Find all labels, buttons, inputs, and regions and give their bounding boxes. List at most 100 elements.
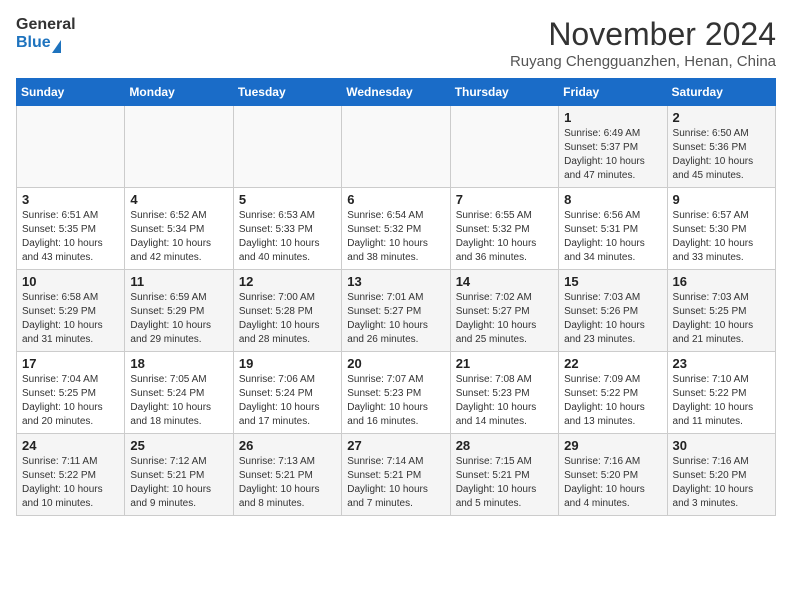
day-info: Sunrise: 7:01 AM Sunset: 5:27 PM Dayligh… xyxy=(347,291,444,347)
day-info: Sunrise: 6:53 AM Sunset: 5:33 PM Dayligh… xyxy=(239,209,336,265)
day-number: 12 xyxy=(239,274,336,289)
day-info: Sunrise: 7:09 AM Sunset: 5:22 PM Dayligh… xyxy=(564,373,661,429)
day-info: Sunrise: 7:10 AM Sunset: 5:22 PM Dayligh… xyxy=(673,373,770,429)
day-info: Sunrise: 7:07 AM Sunset: 5:23 PM Dayligh… xyxy=(347,373,444,429)
header-day-monday: Monday xyxy=(125,79,233,106)
calendar-cell xyxy=(233,106,341,188)
day-number: 30 xyxy=(673,438,770,453)
calendar-cell: 29 Sunrise: 7:16 AM Sunset: 5:20 PM Dayli… xyxy=(559,434,667,516)
week-row-2: 3 Sunrise: 6:51 AM Sunset: 5:35 PM Daylig… xyxy=(17,188,776,270)
day-number: 27 xyxy=(347,438,444,453)
day-number: 29 xyxy=(564,438,661,453)
day-info: Sunrise: 6:55 AM Sunset: 5:32 PM Dayligh… xyxy=(456,209,553,265)
calendar-cell: 4 Sunrise: 6:52 AM Sunset: 5:34 PM Daylig… xyxy=(125,188,233,270)
day-number: 11 xyxy=(130,274,227,289)
day-info: Sunrise: 7:16 AM Sunset: 5:20 PM Dayligh… xyxy=(673,455,770,511)
calendar-cell: 1Sunrise: 6:49 AM Sunset: 5:37 PM Daylig… xyxy=(559,106,667,188)
day-number: 10 xyxy=(22,274,119,289)
calendar-cell: 25 Sunrise: 7:12 AM Sunset: 5:21 PM Dayli… xyxy=(125,434,233,516)
day-number: 3 xyxy=(22,192,119,207)
calendar-cell: 20Sunrise: 7:07 AM Sunset: 5:23 PM Dayli… xyxy=(342,352,450,434)
day-number: 18 xyxy=(130,356,227,371)
day-info: Sunrise: 7:15 AM Sunset: 5:21 PM Dayligh… xyxy=(456,455,553,511)
logo-triangle-icon xyxy=(52,40,61,53)
calendar-cell: 13 Sunrise: 7:01 AM Sunset: 5:27 PM Dayli… xyxy=(342,270,450,352)
calendar-cell: 11 Sunrise: 6:59 AM Sunset: 5:29 PM Dayli… xyxy=(125,270,233,352)
calendar-cell: 16 Sunrise: 7:03 AM Sunset: 5:25 PM Dayli… xyxy=(667,270,775,352)
calendar-cell: 15Sunrise: 7:03 AM Sunset: 5:26 PM Dayli… xyxy=(559,270,667,352)
day-number: 22 xyxy=(564,356,661,371)
day-number: 2 xyxy=(673,110,770,125)
header-day-friday: Friday xyxy=(559,79,667,106)
calendar-cell: 3 Sunrise: 6:51 AM Sunset: 5:35 PM Daylig… xyxy=(17,188,125,270)
logo-name: General Blue xyxy=(16,16,76,53)
day-info: Sunrise: 6:59 AM Sunset: 5:29 PM Dayligh… xyxy=(130,291,227,347)
header-day-sunday: Sunday xyxy=(17,79,125,106)
day-info: Sunrise: 7:02 AM Sunset: 5:27 PM Dayligh… xyxy=(456,291,553,347)
week-row-5: 24Sunrise: 7:11 AM Sunset: 5:22 PM Dayli… xyxy=(17,434,776,516)
calendar-cell: 22 Sunrise: 7:09 AM Sunset: 5:22 PM Dayli… xyxy=(559,352,667,434)
day-info: Sunrise: 7:12 AM Sunset: 5:21 PM Dayligh… xyxy=(130,455,227,511)
calendar-cell: 9 Sunrise: 6:57 AM Sunset: 5:30 PM Daylig… xyxy=(667,188,775,270)
page-header: General Blue November 2024 Ruyang Chengg… xyxy=(16,16,776,70)
calendar-cell: 6 Sunrise: 6:54 AM Sunset: 5:32 PM Daylig… xyxy=(342,188,450,270)
calendar-cell: 14Sunrise: 7:02 AM Sunset: 5:27 PM Dayli… xyxy=(450,270,558,352)
day-info: Sunrise: 6:58 AM Sunset: 5:29 PM Dayligh… xyxy=(22,291,119,347)
day-info: Sunrise: 7:04 AM Sunset: 5:25 PM Dayligh… xyxy=(22,373,119,429)
header-day-thursday: Thursday xyxy=(450,79,558,106)
calendar-cell xyxy=(342,106,450,188)
day-info: Sunrise: 7:16 AM Sunset: 5:20 PM Dayligh… xyxy=(564,455,661,511)
day-info: Sunrise: 7:06 AM Sunset: 5:24 PM Dayligh… xyxy=(239,373,336,429)
calendar-cell: 10 Sunrise: 6:58 AM Sunset: 5:29 PM Dayli… xyxy=(17,270,125,352)
week-row-3: 10 Sunrise: 6:58 AM Sunset: 5:29 PM Dayli… xyxy=(17,270,776,352)
day-number: 16 xyxy=(673,274,770,289)
week-row-4: 17Sunrise: 7:04 AM Sunset: 5:25 PM Dayli… xyxy=(17,352,776,434)
day-info: Sunrise: 7:03 AM Sunset: 5:26 PM Dayligh… xyxy=(564,291,661,347)
logo-general-text: General xyxy=(16,16,76,34)
day-number: 26 xyxy=(239,438,336,453)
day-number: 9 xyxy=(673,192,770,207)
calendar-cell: 17Sunrise: 7:04 AM Sunset: 5:25 PM Dayli… xyxy=(17,352,125,434)
day-number: 25 xyxy=(130,438,227,453)
day-info: Sunrise: 7:05 AM Sunset: 5:24 PM Dayligh… xyxy=(130,373,227,429)
calendar-cell: 8Sunrise: 6:56 AM Sunset: 5:31 PM Daylig… xyxy=(559,188,667,270)
day-number: 6 xyxy=(347,192,444,207)
day-number: 23 xyxy=(673,356,770,371)
calendar-cell: 5Sunrise: 6:53 AM Sunset: 5:33 PM Daylig… xyxy=(233,188,341,270)
day-number: 13 xyxy=(347,274,444,289)
day-number: 21 xyxy=(456,356,553,371)
header-row: SundayMondayTuesdayWednesdayThursdayFrid… xyxy=(17,79,776,106)
calendar-cell: 27Sunrise: 7:14 AM Sunset: 5:21 PM Dayli… xyxy=(342,434,450,516)
calendar-cell: 24Sunrise: 7:11 AM Sunset: 5:22 PM Dayli… xyxy=(17,434,125,516)
calendar-cell: 2 Sunrise: 6:50 AM Sunset: 5:36 PM Daylig… xyxy=(667,106,775,188)
title-block: November 2024 Ruyang Chengguanzhen, Hena… xyxy=(510,16,776,70)
day-info: Sunrise: 6:50 AM Sunset: 5:36 PM Dayligh… xyxy=(673,127,770,183)
calendar-cell: 18 Sunrise: 7:05 AM Sunset: 5:24 PM Dayli… xyxy=(125,352,233,434)
week-row-1: 1Sunrise: 6:49 AM Sunset: 5:37 PM Daylig… xyxy=(17,106,776,188)
day-number: 1 xyxy=(564,110,661,125)
day-number: 4 xyxy=(130,192,227,207)
day-number: 19 xyxy=(239,356,336,371)
day-info: Sunrise: 7:08 AM Sunset: 5:23 PM Dayligh… xyxy=(456,373,553,429)
day-info: Sunrise: 6:57 AM Sunset: 5:30 PM Dayligh… xyxy=(673,209,770,265)
header-day-tuesday: Tuesday xyxy=(233,79,341,106)
calendar-cell: 23 Sunrise: 7:10 AM Sunset: 5:22 PM Dayli… xyxy=(667,352,775,434)
calendar-table: SundayMondayTuesdayWednesdayThursdayFrid… xyxy=(16,78,776,516)
day-info: Sunrise: 6:54 AM Sunset: 5:32 PM Dayligh… xyxy=(347,209,444,265)
day-info: Sunrise: 6:52 AM Sunset: 5:34 PM Dayligh… xyxy=(130,209,227,265)
logo: General Blue xyxy=(16,16,76,53)
calendar-cell: 12 Sunrise: 7:00 AM Sunset: 5:28 PM Dayli… xyxy=(233,270,341,352)
day-info: Sunrise: 6:56 AM Sunset: 5:31 PM Dayligh… xyxy=(564,209,661,265)
calendar-cell: 28Sunrise: 7:15 AM Sunset: 5:21 PM Dayli… xyxy=(450,434,558,516)
calendar-body: 1Sunrise: 6:49 AM Sunset: 5:37 PM Daylig… xyxy=(17,106,776,516)
calendar-header: SundayMondayTuesdayWednesdayThursdayFrid… xyxy=(17,79,776,106)
day-info: Sunrise: 6:51 AM Sunset: 5:35 PM Dayligh… xyxy=(22,209,119,265)
calendar-cell xyxy=(450,106,558,188)
day-number: 7 xyxy=(456,192,553,207)
header-day-saturday: Saturday xyxy=(667,79,775,106)
calendar-cell: 21 Sunrise: 7:08 AM Sunset: 5:23 PM Dayli… xyxy=(450,352,558,434)
month-title: November 2024 xyxy=(510,16,776,53)
day-info: Sunrise: 7:03 AM Sunset: 5:25 PM Dayligh… xyxy=(673,291,770,347)
day-info: Sunrise: 7:00 AM Sunset: 5:28 PM Dayligh… xyxy=(239,291,336,347)
calendar-cell xyxy=(125,106,233,188)
